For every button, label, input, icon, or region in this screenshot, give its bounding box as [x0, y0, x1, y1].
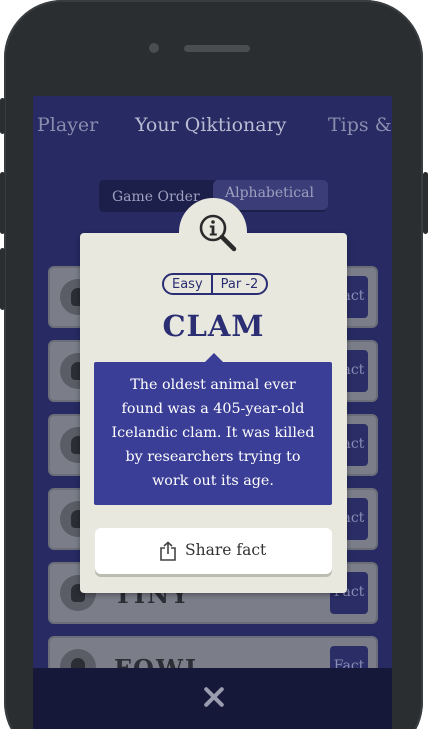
- bottom-bar: [33, 668, 392, 729]
- word-title: CLAM: [162, 309, 265, 343]
- fact-line: Icelandic clam. It was killed: [111, 425, 315, 441]
- fact-text: The oldest animal ever found was a 405-y…: [104, 373, 322, 493]
- volume-up-button: [0, 172, 5, 234]
- difficulty-badge: Easy Par -2: [162, 273, 269, 295]
- difficulty-label: Easy: [172, 277, 203, 292]
- fact-line: The oldest animal ever: [130, 377, 296, 393]
- fact-line: by researchers trying to: [125, 449, 301, 465]
- info-magnifier-icon: [199, 214, 237, 252]
- fact-box: The oldest animal ever found was a 405-y…: [94, 353, 332, 505]
- close-icon[interactable]: [203, 686, 225, 708]
- par-label: Par -2: [220, 277, 259, 292]
- tab-tips[interactable]: Tips &: [328, 114, 392, 136]
- mute-switch: [0, 98, 5, 134]
- fact-line: work out its age.: [152, 473, 274, 489]
- earpiece-speaker: [184, 45, 250, 52]
- sort-option-game-order[interactable]: Game Order: [112, 189, 200, 205]
- fact-line: found was a 405-year-old: [121, 401, 305, 417]
- front-camera: [149, 43, 159, 53]
- top-tabs: Player Your Qiktionary Tips &: [33, 114, 392, 144]
- volume-down-button: [0, 248, 5, 310]
- tab-your-qiktionary[interactable]: Your Qiktionary: [135, 114, 286, 136]
- share-icon: [160, 541, 176, 561]
- tab-player[interactable]: Player: [37, 114, 98, 136]
- share-fact-button[interactable]: Share fact: [95, 528, 332, 574]
- share-fact-label: Share fact: [185, 541, 267, 559]
- power-button: [423, 172, 428, 234]
- sort-option-alphabetical[interactable]: Alphabetical: [225, 185, 314, 201]
